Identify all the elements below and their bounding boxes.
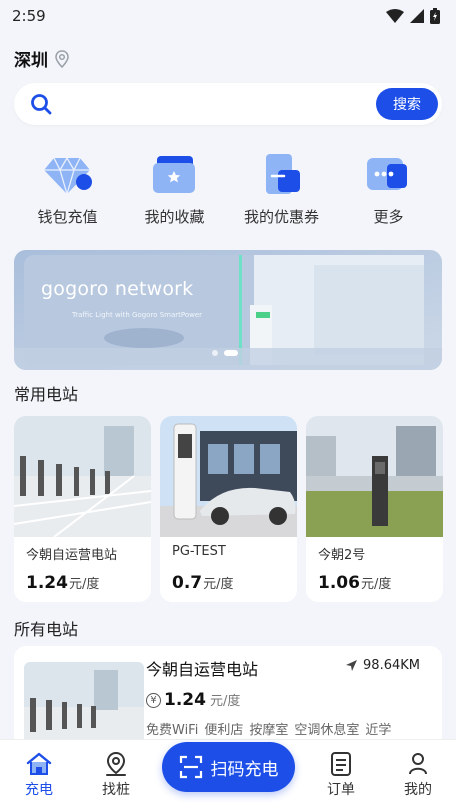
battery-icon — [430, 8, 440, 24]
favorite-stations: 今朝自运营电站 1.24 元/度 PG-TEST 0.7 元/度 今朝2号 1.… — [14, 416, 444, 602]
location-pin-icon — [55, 49, 69, 68]
carousel-dot[interactable] — [212, 350, 218, 356]
section-title-all: 所有电站 — [14, 620, 79, 639]
amenity-tag: 便利店 — [204, 723, 244, 738]
price-unit: 元/度 — [203, 577, 234, 592]
tab-charge[interactable]: 充电 — [9, 751, 69, 799]
section-title-favorites: 常用电站 — [14, 385, 79, 404]
favorite-station-card[interactable]: 今朝2号 1.06 元/度 — [306, 416, 443, 602]
coupon-icon — [254, 150, 310, 198]
quick-coupons[interactable]: 我的优惠券 — [228, 150, 335, 227]
quick-label: 我的收藏 — [144, 208, 205, 226]
station-name: 今朝2号 — [318, 548, 366, 563]
profile-icon — [409, 753, 427, 775]
station-amenities: 免费WiFi 便利店 按摩室 空调休息室 近学 — [146, 719, 391, 738]
status-icons — [386, 8, 440, 24]
station-price: 1.06 元/度 — [318, 573, 391, 593]
quick-wallet-recharge[interactable]: 钱包充值 — [14, 150, 121, 227]
amenity-tag: 免费WiFi — [146, 723, 199, 738]
scan-charge-button[interactable]: 扫码充电 — [162, 742, 295, 792]
amenity-tag: 按摩室 — [249, 723, 289, 738]
price-value: 1.24 — [164, 690, 206, 710]
location-selector[interactable]: 深圳 — [14, 46, 70, 71]
distance-value: 98.64KM — [363, 658, 420, 673]
tab-label: 我的 — [404, 782, 432, 798]
map-pin-icon — [106, 751, 126, 776]
price-unit: 元/度 — [360, 577, 392, 592]
diamond-wallet-icon — [40, 150, 96, 198]
banner-title: gogoro network — [41, 278, 194, 300]
tab-find-pile[interactable]: 找桩 — [86, 751, 146, 799]
quick-actions: 钱包充值 我的收藏 我的优惠券 更多 — [14, 150, 442, 227]
carousel-dot-active[interactable] — [224, 350, 238, 356]
price-unit: 元/度 — [68, 577, 100, 592]
scan-icon — [179, 755, 202, 779]
search-button[interactable]: 搜索 — [376, 88, 438, 120]
amenity-tag: 近学 — [365, 723, 392, 738]
station-card[interactable]: 今朝自运营电站 98.64KM ¥ 1.24 元/度 免费WiFi 便利店 按摩… — [14, 646, 442, 746]
station-price: 1.24 元/度 — [26, 573, 99, 593]
price-value: 0.7 — [172, 573, 203, 593]
amenity-tag: 空调休息室 — [294, 723, 360, 738]
star-folder-icon — [147, 150, 203, 198]
quick-label: 我的优惠券 — [243, 208, 319, 226]
station-photo — [160, 416, 297, 537]
station-name: 今朝自运营电站 — [26, 548, 118, 563]
tab-label: 订单 — [327, 782, 355, 798]
home-icon — [26, 752, 52, 775]
tab-profile[interactable]: 我的 — [388, 751, 448, 799]
signal-icon — [410, 9, 424, 23]
station-photo — [14, 416, 151, 538]
price-value: 1.06 — [318, 573, 360, 593]
station-price: ¥ 1.24 元/度 — [146, 690, 240, 710]
status-bar: 2:59 — [0, 0, 456, 32]
search-icon — [31, 94, 52, 115]
price-unit: 元/度 — [209, 694, 241, 709]
order-list-icon — [331, 752, 351, 776]
favorite-station-card[interactable]: PG-TEST 0.7 元/度 — [160, 416, 297, 602]
quick-favorites[interactable]: 我的收藏 — [121, 150, 228, 227]
search-bar: 搜索 — [14, 83, 442, 125]
tab-label: 充电 — [25, 782, 53, 798]
station-name: PG-TEST — [172, 544, 226, 559]
navigation-arrow-icon — [346, 660, 358, 671]
station-distance: 98.64KM — [345, 658, 420, 673]
tab-label: 找桩 — [102, 782, 130, 798]
city-name: 深圳 — [14, 51, 48, 71]
quick-label: 更多 — [373, 208, 404, 226]
status-time: 2:59 — [12, 7, 46, 25]
scan-label: 扫码充电 — [210, 759, 279, 780]
station-name: 今朝自运营电站 — [146, 660, 259, 679]
favorite-station-card[interactable]: 今朝自运营电站 1.24 元/度 — [14, 416, 151, 602]
search-input[interactable] — [60, 96, 376, 112]
wifi-icon — [386, 9, 404, 23]
quick-more[interactable]: 更多 — [335, 150, 442, 227]
price-value: 1.24 — [26, 573, 68, 593]
quick-label: 钱包充值 — [37, 208, 98, 226]
station-price: 0.7 元/度 — [172, 573, 234, 593]
tab-orders[interactable]: 订单 — [311, 751, 371, 799]
station-photo — [24, 662, 144, 746]
yen-icon: ¥ — [146, 692, 161, 708]
station-photo — [306, 416, 443, 537]
more-dots-icon — [361, 150, 417, 198]
carousel-dots — [212, 350, 238, 356]
banner-subtitle: Traffic Light with Gogoro SmartPower — [72, 311, 203, 319]
promo-banner[interactable]: gogoro network Traffic Light with Gogoro… — [14, 250, 442, 370]
